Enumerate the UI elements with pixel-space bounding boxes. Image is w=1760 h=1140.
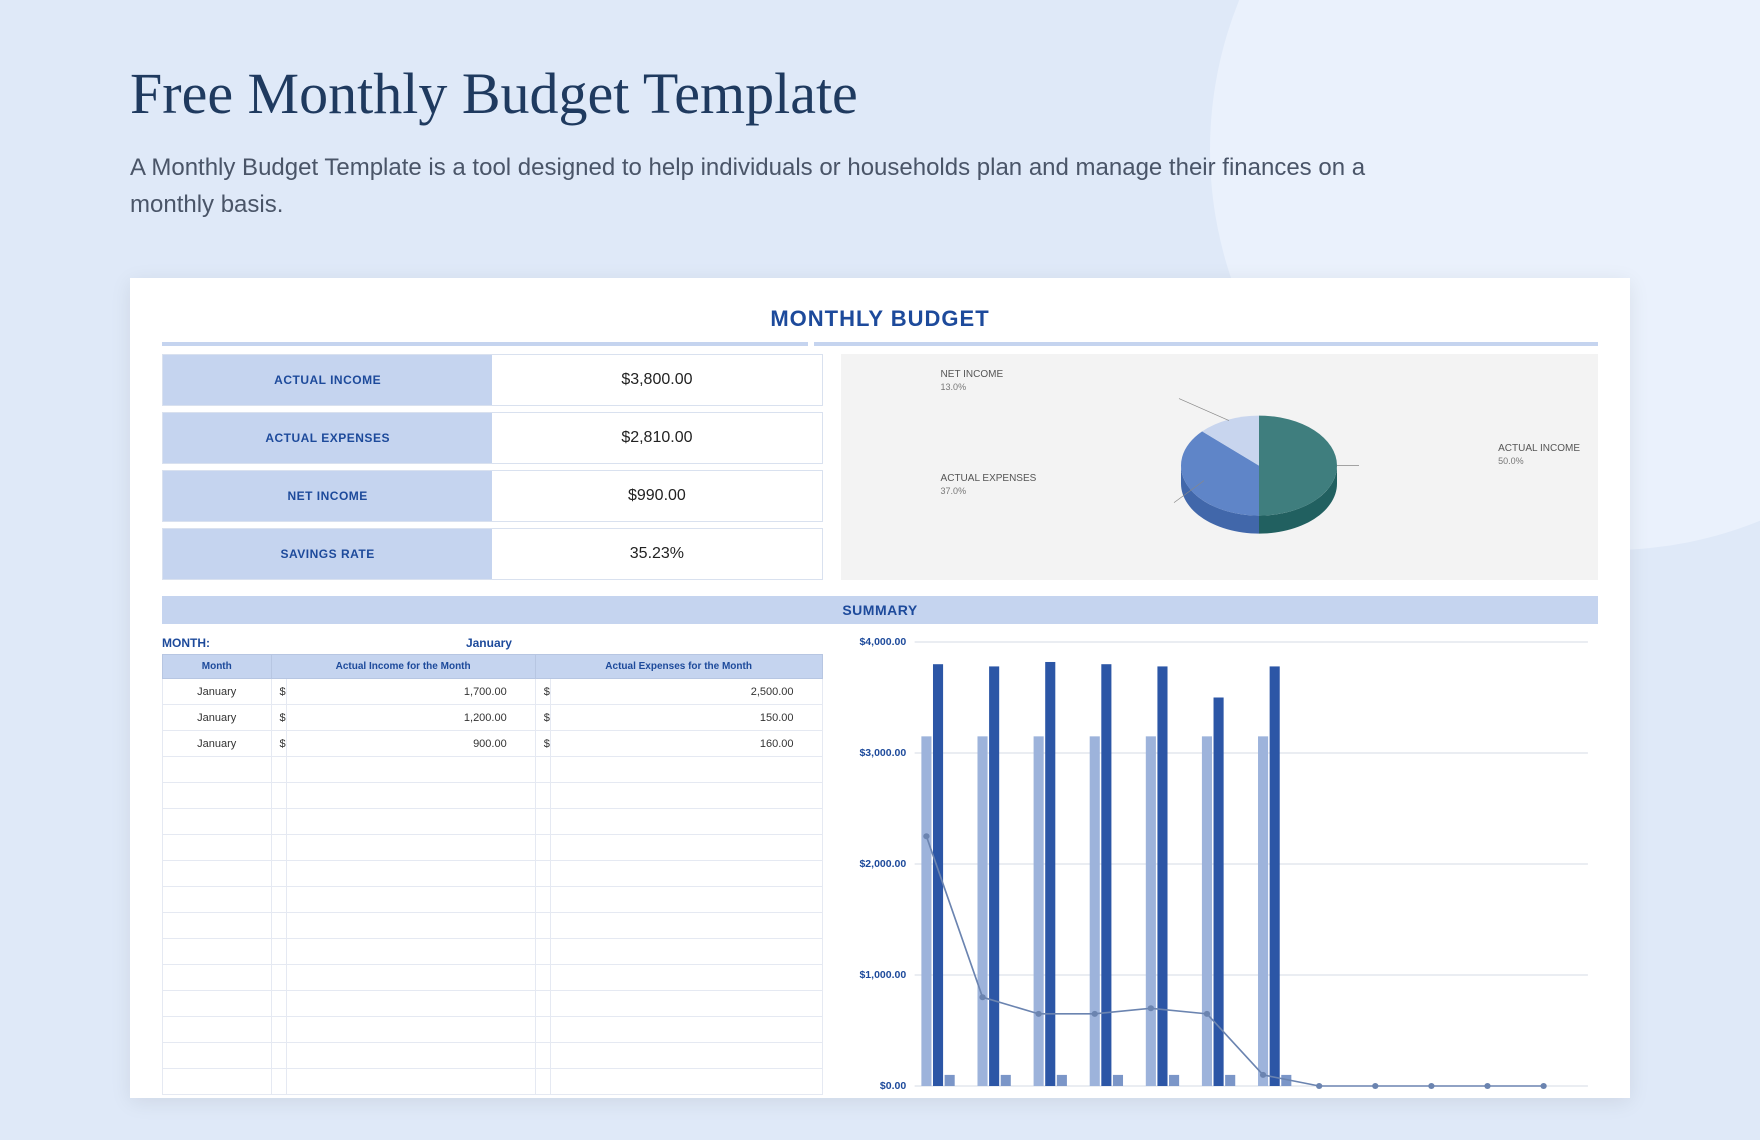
svg-text:$0.00: $0.00 [879, 1082, 906, 1093]
kpi-label: NET INCOME [163, 471, 492, 521]
kpi-value: 35.23% [492, 529, 821, 579]
svg-text:August: August [1321, 1098, 1350, 1099]
svg-text:June: June [1213, 1098, 1233, 1099]
summary-heading: SUMMARY [162, 596, 1598, 624]
kpi-row: ACTUAL INCOME$3,800.00 [162, 354, 823, 406]
svg-text:January: January [926, 1098, 959, 1099]
kpi-value: $990.00 [492, 471, 821, 521]
bar-chart: $0.00 $1,000.00 $2,000.00 $3,000.00 $4,000.0… [841, 632, 1598, 1098]
pie-label-expenses: ACTUAL EXPENSES37.0% [941, 472, 1037, 498]
kpi-label: SAVINGS RATE [163, 529, 492, 579]
svg-text:May: May [1158, 1098, 1175, 1099]
kpi-row: NET INCOME$990.00 [162, 470, 823, 522]
pie-chart: NET INCOME13.0% ACTUAL EXPENSES37.0% ACT… [841, 354, 1598, 580]
svg-text:December: December [1539, 1098, 1580, 1099]
kpi-label: ACTUAL INCOME [163, 355, 492, 405]
svg-text:July: July [1270, 1098, 1287, 1099]
table-row: January$900.00$160.00 [163, 731, 823, 757]
table-row [163, 1017, 823, 1043]
svg-text:$3,000.00: $3,000.00 [859, 749, 906, 760]
svg-text:April: April [1101, 1098, 1120, 1099]
kpi-row: ACTUAL EXPENSES$2,810.00 [162, 412, 823, 464]
spreadsheet-preview: MONTHLY BUDGET ACTUAL INCOME$3,800.00ACT… [130, 278, 1630, 1098]
svg-text:$4,000.00: $4,000.00 [859, 638, 906, 649]
svg-text:$2,000.00: $2,000.00 [859, 860, 906, 871]
svg-text:November: November [1483, 1098, 1525, 1099]
kpi-table: ACTUAL INCOME$3,800.00ACTUAL EXPENSES$2,… [162, 354, 823, 586]
table-row [163, 1043, 823, 1069]
table-row [163, 965, 823, 991]
table-row [163, 887, 823, 913]
summary-table: Month Actual Income for the Month Actual… [162, 654, 823, 1095]
table-row [163, 757, 823, 783]
svg-text:September: September [1369, 1098, 1413, 1099]
svg-text:March: March [1042, 1098, 1067, 1099]
kpi-label: ACTUAL EXPENSES [163, 413, 492, 463]
table-row [163, 991, 823, 1017]
svg-text:October: October [1431, 1098, 1464, 1099]
table-row [163, 861, 823, 887]
table-row [163, 809, 823, 835]
month-selector-row: MONTH: January [162, 632, 823, 654]
table-row [163, 783, 823, 809]
page-title: Free Monthly Budget Template [130, 60, 1630, 127]
sheet-title: MONTHLY BUDGET [162, 306, 1598, 332]
svg-text:February: February [980, 1098, 1016, 1099]
table-header-month: Month [163, 655, 272, 679]
table-row: January$1,200.00$150.00 [163, 705, 823, 731]
pie-label-income: ACTUAL INCOME50.0% [1498, 442, 1580, 468]
kpi-value: $3,800.00 [492, 355, 821, 405]
month-label: MONTH: [162, 636, 380, 650]
svg-text:$1,000.00: $1,000.00 [859, 971, 906, 982]
table-row [163, 835, 823, 861]
kpi-value: $2,810.00 [492, 413, 821, 463]
table-row [163, 939, 823, 965]
table-row: January$1,700.00$2,500.00 [163, 679, 823, 705]
table-header-income: Actual Income for the Month [271, 655, 535, 679]
table-row [163, 913, 823, 939]
pie-label-net: NET INCOME13.0% [941, 368, 1004, 394]
month-value: January [380, 636, 598, 650]
kpi-row: SAVINGS RATE35.23% [162, 528, 823, 580]
table-header-expenses: Actual Expenses for the Month [535, 655, 822, 679]
divider [162, 342, 1598, 346]
table-row [163, 1069, 823, 1095]
page-description: A Monthly Budget Template is a tool desi… [130, 149, 1410, 223]
